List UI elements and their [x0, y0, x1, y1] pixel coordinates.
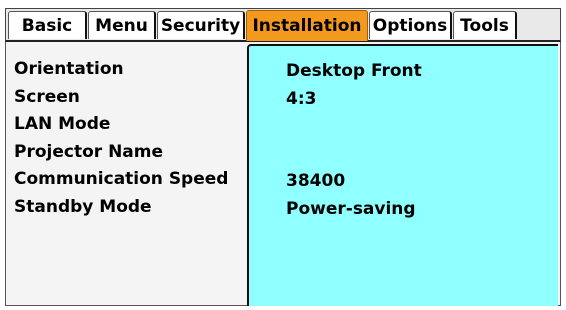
communication-speed-value: 38400 [286, 171, 346, 191]
standby-mode-value: Power-saving [286, 198, 416, 219]
lan-mode-value [286, 113, 422, 141]
communication-speed-label[interactable]: Communication Speed [14, 166, 228, 194]
settings-labels: Orientation Screen LAN Mode Projector Na… [14, 56, 228, 221]
projector-name-label[interactable]: Projector Name [14, 139, 228, 167]
standby-mode-label[interactable]: Standby Mode [14, 194, 228, 222]
screen-value: 4:3 [286, 88, 317, 109]
orientation-value: Desktop Front [286, 61, 422, 81]
tab-options[interactable]: Options [369, 11, 452, 39]
lan-mode-label[interactable]: LAN Mode [14, 111, 228, 139]
projector-name-value [286, 141, 422, 169]
tab-tools[interactable]: Tools [453, 11, 517, 39]
tab-installation[interactable]: Installation [246, 10, 368, 41]
values-pane: Desktop Front 4:3 38400 Power-saving [247, 44, 558, 306]
installation-menu-window: Basic Menu Security Installation Options… [5, 8, 561, 306]
tab-security[interactable]: Security [157, 11, 245, 39]
tab-basic[interactable]: Basic [8, 11, 87, 39]
screen-label[interactable]: Screen [14, 84, 228, 112]
settings-panel: Orientation Screen LAN Mode Projector Na… [5, 42, 561, 306]
orientation-label[interactable]: Orientation [14, 56, 228, 84]
tab-menu[interactable]: Menu [88, 11, 156, 39]
settings-values: Desktop Front 4:3 38400 Power-saving [286, 58, 422, 223]
tab-bar: Basic Menu Security Installation Options… [5, 8, 561, 42]
